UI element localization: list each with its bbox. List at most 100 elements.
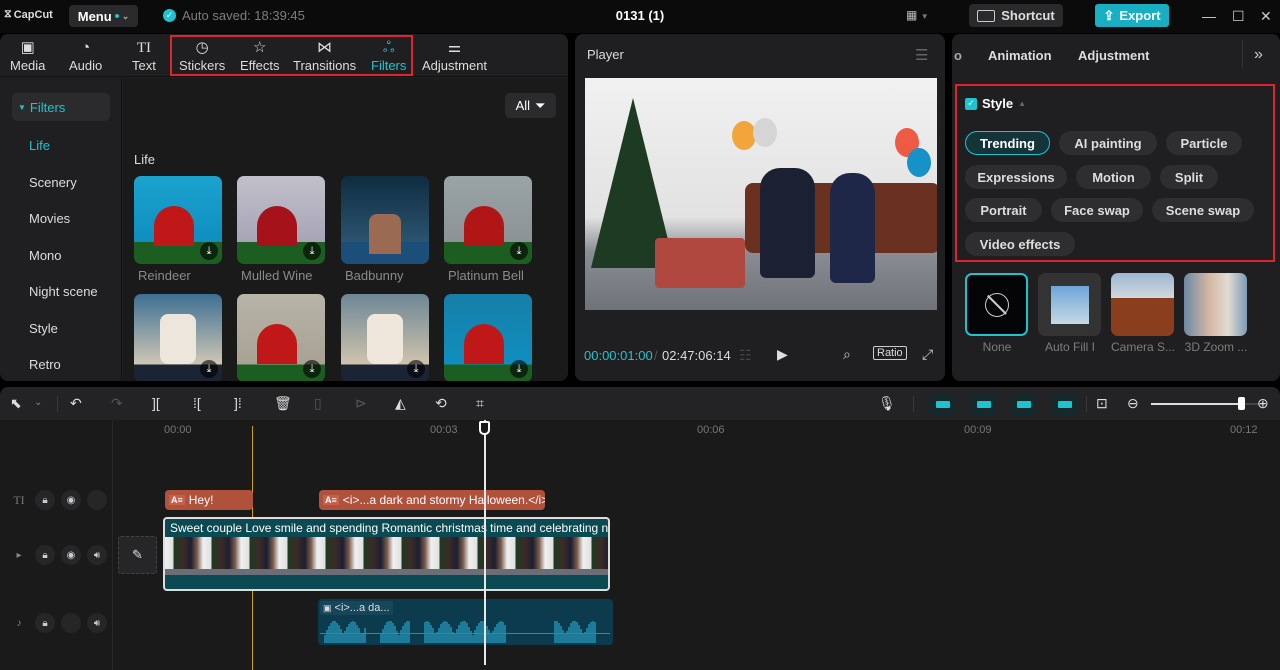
playhead-handle[interactable]	[479, 421, 490, 435]
undo-icon[interactable]: ↶	[70, 395, 82, 412]
sidebar-item-life[interactable]: Life	[29, 138, 50, 153]
style-section-header[interactable]: ✓ Style ▲	[965, 96, 1026, 111]
filter-thumb[interactable]: ⤓	[444, 176, 532, 264]
microphone-icon[interactable]: 🎙	[878, 395, 896, 412]
chip-trending[interactable]: Trending	[965, 131, 1050, 155]
chip-ai-painting[interactable]: AI painting	[1059, 131, 1157, 155]
split-left-icon[interactable]: ⁞[	[193, 395, 201, 411]
download-icon[interactable]: ⤓	[200, 360, 218, 378]
effect-auto-fill[interactable]	[1038, 273, 1101, 336]
filter-thumb[interactable]: ⤓	[237, 176, 325, 264]
crop-icon[interactable]: ⌗	[476, 395, 484, 412]
text-clip[interactable]: A≡ <i>...a dark and stormy Halloween.</i>	[319, 490, 545, 510]
download-icon[interactable]: ⤓	[407, 360, 425, 378]
ratio-button[interactable]: Ratio	[873, 346, 907, 360]
more-tabs-icon[interactable]: »	[1254, 46, 1263, 64]
sidebar-item-scenery[interactable]: Scenery	[29, 175, 77, 190]
hamburger-menu-icon[interactable]: ☰	[915, 46, 928, 64]
grid-icon[interactable]: ☷	[739, 347, 752, 364]
play-button[interactable]: ▶	[777, 346, 788, 363]
download-icon[interactable]: ⤓	[200, 242, 218, 260]
filter-thumb[interactable]	[341, 176, 429, 264]
tab-media[interactable]: ▣ Media	[10, 38, 45, 73]
split-right-icon[interactable]: ]⁞	[234, 395, 242, 411]
shortcut-button[interactable]: Shortcut	[969, 4, 1063, 27]
sidebar-item-retro[interactable]: Retro	[29, 357, 61, 372]
tab-adjustment[interactable]: ⚌ Adjustment	[422, 38, 487, 73]
video-clip[interactable]: Sweet couple Love smile and spending Rom…	[163, 517, 610, 591]
tab-animation[interactable]: Animation	[988, 48, 1052, 63]
sidebar-item-style[interactable]: Style	[29, 321, 58, 336]
playhead[interactable]	[484, 420, 486, 665]
chip-particle[interactable]: Particle	[1166, 131, 1242, 155]
mirror-icon[interactable]: ◭	[395, 395, 406, 412]
tab-transitions[interactable]: ⋈ Transitions	[293, 38, 356, 73]
filter-thumb[interactable]: ⤓	[134, 176, 222, 264]
effect-camera-shake[interactable]	[1111, 273, 1174, 336]
audio-clip[interactable]: ▣ <i>...a da...	[318, 599, 613, 645]
chip-video-effects[interactable]: Video effects	[965, 232, 1075, 256]
effect-3d-zoom[interactable]	[1184, 273, 1247, 336]
sidebar-item-movies[interactable]: Movies	[29, 211, 70, 226]
tab-stickers[interactable]: ◷ Stickers	[179, 38, 225, 73]
zoom-fit-icon[interactable]: ⌕	[843, 346, 851, 363]
sidebar-item-mono[interactable]: Mono	[29, 248, 62, 263]
tab-filters[interactable]: ஃ Filters	[371, 38, 406, 73]
auto-snap-button[interactable]	[971, 393, 996, 415]
filter-thumb[interactable]: ⤓	[237, 294, 325, 381]
export-button[interactable]: ⇪ Export	[1095, 4, 1169, 27]
download-icon[interactable]: ⤓	[510, 360, 528, 378]
lock-icon[interactable]: 🔒︎	[35, 545, 55, 565]
effect-none[interactable]	[965, 273, 1028, 336]
chip-face-swap[interactable]: Face swap	[1051, 198, 1143, 222]
zoom-in-icon[interactable]: ⊕	[1257, 395, 1269, 412]
fullscreen-icon[interactable]: ⤢	[922, 346, 933, 363]
chip-expressions[interactable]: Expressions	[965, 165, 1067, 189]
chip-scene-swap[interactable]: Scene swap	[1152, 198, 1254, 222]
chevron-down-icon[interactable]: ⌄	[34, 397, 42, 408]
filter-all-button[interactable]: All ⏷	[505, 93, 556, 118]
download-icon[interactable]: ⤓	[303, 242, 321, 260]
download-icon[interactable]: ⤓	[303, 360, 321, 378]
main-track-magnet-button[interactable]	[930, 393, 955, 415]
minimize-button[interactable]: —	[1202, 8, 1216, 24]
maximize-button[interactable]: ☐	[1232, 8, 1245, 25]
chip-portrait[interactable]: Portrait	[965, 198, 1042, 222]
zoom-slider-handle[interactable]	[1237, 397, 1245, 410]
split-icon[interactable]: ][	[152, 395, 160, 411]
text-clip[interactable]: A≡ Hey!	[165, 490, 253, 510]
filter-thumb[interactable]: ⤓	[444, 294, 532, 381]
tab-adjustment[interactable]: Adjustment	[1078, 48, 1150, 63]
zoom-to-fit-icon[interactable]: ⊡	[1096, 395, 1108, 412]
download-icon[interactable]: ⤓	[510, 242, 528, 260]
chip-split[interactable]: Split	[1160, 165, 1218, 189]
linkage-button[interactable]	[1011, 393, 1036, 415]
sidebar-item-night-scene[interactable]: Night scene	[29, 284, 98, 299]
select-tool-icon[interactable]: ⬉	[10, 395, 22, 412]
checkbox-icon[interactable]: ✓	[965, 97, 977, 110]
preview-axis-button[interactable]	[1052, 393, 1077, 415]
eye-icon[interactable]: ◉	[61, 545, 81, 565]
tab-audio[interactable]: ◔ Audio	[69, 38, 102, 73]
delete-icon[interactable]: 🗑	[274, 395, 292, 412]
filter-thumb[interactable]: ⤓	[341, 294, 429, 381]
tab-effects[interactable]: ☆ Effects	[240, 38, 280, 73]
eye-icon[interactable]: ◉	[61, 490, 81, 510]
tab-text[interactable]: TI Text	[132, 38, 156, 73]
filters-category-header[interactable]: ▼ Filters	[12, 93, 110, 121]
layout-button[interactable]: ▦ ▼	[906, 8, 929, 22]
chip-motion[interactable]: Motion	[1076, 165, 1151, 189]
cover-edit-button[interactable]: ✎	[118, 536, 157, 574]
lock-icon[interactable]: 🔒︎	[35, 613, 55, 633]
zoom-slider[interactable]	[1151, 397, 1259, 410]
video-preview[interactable]	[585, 78, 937, 310]
speaker-icon[interactable]: 🔊︎	[87, 613, 107, 633]
close-button[interactable]: ✕	[1260, 8, 1272, 25]
filter-thumb[interactable]: ⤓	[134, 294, 222, 381]
speaker-icon[interactable]: 🔊︎	[87, 545, 107, 565]
menu-button[interactable]: Menu ⌄	[69, 5, 138, 27]
rotate-icon[interactable]: ⟲	[435, 395, 447, 412]
lock-icon[interactable]: 🔒︎	[35, 490, 55, 510]
zoom-out-icon[interactable]: ⊖	[1127, 395, 1139, 412]
tab-truncated[interactable]: o	[954, 48, 962, 63]
